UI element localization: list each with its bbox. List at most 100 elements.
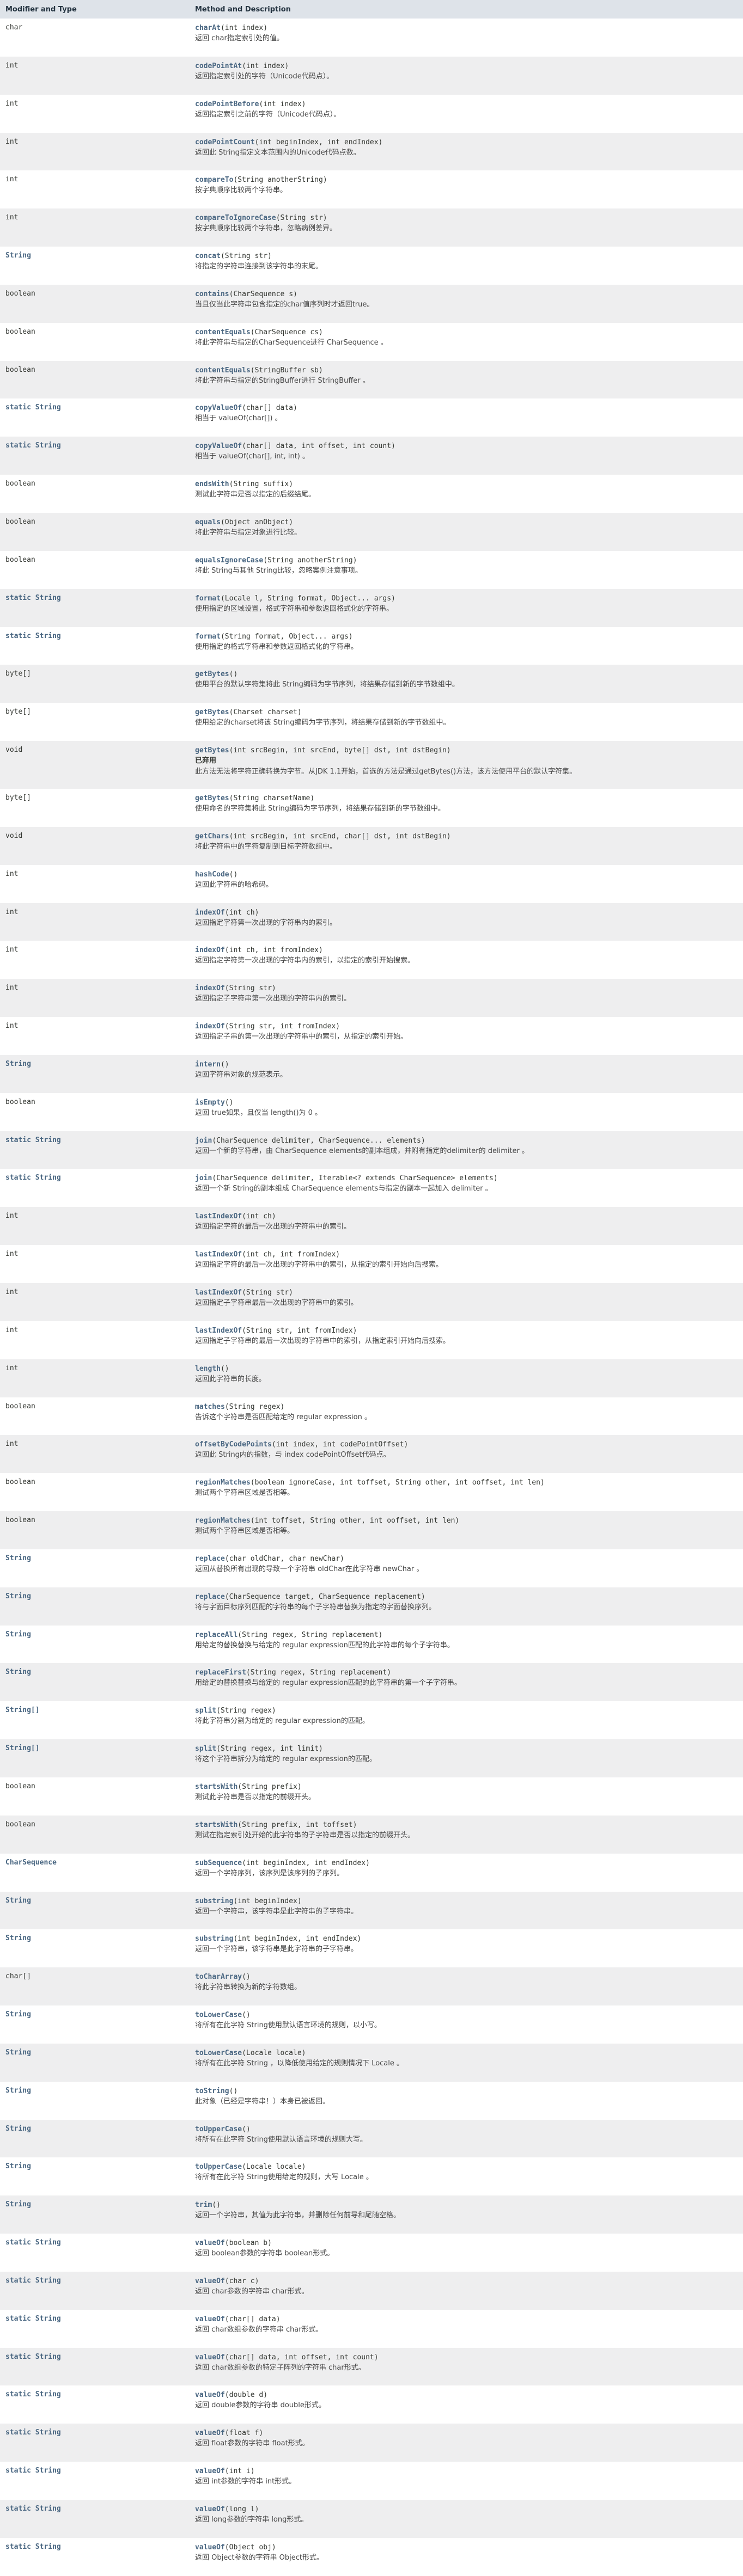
method-name-link[interactable]: toUpperCase: [195, 2125, 242, 2133]
return-type[interactable]: String: [5, 2048, 31, 2057]
method-name-link[interactable]: contains: [195, 290, 229, 298]
method-name-link[interactable]: toString: [195, 2087, 229, 2095]
return-type[interactable]: String[]: [5, 1744, 40, 1752]
method-name-link[interactable]: join: [195, 1174, 212, 1182]
method-name-link[interactable]: toLowerCase: [195, 2049, 242, 2057]
return-type[interactable]: String: [5, 2200, 31, 2209]
return-type[interactable]: String: [5, 252, 31, 260]
return-type[interactable]: static String: [5, 2277, 61, 2285]
method-name-link[interactable]: lastIndexOf: [195, 1289, 242, 1297]
return-type[interactable]: String: [5, 2125, 31, 2133]
method-name-link[interactable]: regionMatches: [195, 1517, 251, 1525]
return-type[interactable]: static String: [5, 403, 61, 412]
return-type[interactable]: static String: [5, 594, 61, 602]
method-name-link[interactable]: hashCode: [195, 870, 229, 879]
return-type[interactable]: String: [5, 1060, 31, 1068]
method-name-link[interactable]: getBytes: [195, 746, 229, 755]
return-type[interactable]: static String: [5, 2543, 61, 2551]
return-type[interactable]: String: [5, 2162, 31, 2170]
method-name-link[interactable]: replace: [195, 1555, 225, 1563]
return-type[interactable]: String: [5, 1592, 31, 1600]
method-name-link[interactable]: valueOf: [195, 2467, 225, 2475]
return-type[interactable]: static String: [5, 2353, 61, 2361]
method-name-link[interactable]: toCharArray: [195, 1973, 242, 1981]
method-name-link[interactable]: replaceFirst: [195, 1669, 246, 1677]
method-name-link[interactable]: lastIndexOf: [195, 1250, 242, 1259]
method-name-link[interactable]: valueOf: [195, 2315, 225, 2323]
method-name-link[interactable]: subSequence: [195, 1859, 242, 1867]
method-name-link[interactable]: lastIndexOf: [195, 1212, 242, 1220]
return-type[interactable]: static String: [5, 2315, 61, 2323]
method-name-link[interactable]: indexOf: [195, 909, 225, 917]
method-name-link[interactable]: trim: [195, 2201, 212, 2209]
method-name-link[interactable]: replaceAll: [195, 1631, 237, 1639]
method-name-link[interactable]: split: [195, 1707, 216, 1715]
method-name-link[interactable]: startsWith: [195, 1783, 237, 1791]
method-name-link[interactable]: valueOf: [195, 2505, 225, 2513]
method-name-link[interactable]: equalsIgnoreCase: [195, 556, 263, 565]
method-name-link[interactable]: lastIndexOf: [195, 1327, 242, 1335]
method-name-link[interactable]: offsetByCodePoints: [195, 1440, 272, 1449]
return-type[interactable]: static String: [5, 441, 61, 450]
method-name-link[interactable]: equals: [195, 518, 221, 526]
method-name-link[interactable]: indexOf: [195, 984, 225, 992]
method-name-link[interactable]: compareToIgnoreCase: [195, 214, 276, 222]
method-name-link[interactable]: indexOf: [195, 946, 225, 954]
method-name-link[interactable]: split: [195, 1745, 216, 1753]
method-name-link[interactable]: getBytes: [195, 670, 229, 678]
return-type[interactable]: String: [5, 1934, 31, 1942]
method-name-link[interactable]: toLowerCase: [195, 2011, 242, 2019]
return-type[interactable]: static String: [5, 2238, 61, 2247]
method-name-link[interactable]: charAt: [195, 24, 221, 32]
return-type[interactable]: String: [5, 2087, 31, 2095]
return-type[interactable]: static String: [5, 632, 61, 640]
return-type[interactable]: static String: [5, 2505, 61, 2513]
method-name-link[interactable]: matches: [195, 1403, 225, 1411]
return-type[interactable]: static String: [5, 1136, 61, 1144]
method-name-link[interactable]: valueOf: [195, 2429, 225, 2437]
return-type[interactable]: static String: [5, 2390, 61, 2399]
method-name-link[interactable]: valueOf: [195, 2391, 225, 2399]
method-name-link[interactable]: intern: [195, 1060, 221, 1069]
method-name-link[interactable]: regionMatches: [195, 1479, 251, 1487]
table-row: boolean endsWith(String suffix) 测试此字符串是否以指…: [0, 475, 743, 513]
return-type[interactable]: static String: [5, 2467, 61, 2475]
method-name-link[interactable]: valueOf: [195, 2277, 225, 2285]
method-name-link[interactable]: codePointCount: [195, 138, 255, 146]
method-name-link[interactable]: codePointAt: [195, 62, 242, 70]
method-name-link[interactable]: getBytes: [195, 794, 229, 802]
method-name-link[interactable]: valueOf: [195, 2353, 225, 2362]
return-type[interactable]: String: [5, 1897, 31, 1905]
method-name-link[interactable]: valueOf: [195, 2239, 225, 2247]
return-type[interactable]: String: [5, 1630, 31, 1639]
method-name-link[interactable]: toUpperCase: [195, 2163, 242, 2171]
method-name-link[interactable]: contentEquals: [195, 366, 251, 375]
method-name-link[interactable]: length: [195, 1365, 221, 1373]
method-name-link[interactable]: format: [195, 594, 221, 603]
method-name-link[interactable]: startsWith: [195, 1821, 237, 1829]
return-type[interactable]: String: [5, 1668, 31, 1676]
return-type[interactable]: String: [5, 2010, 31, 2019]
method-name-link[interactable]: concat: [195, 252, 221, 260]
method-name-link[interactable]: replace: [195, 1593, 225, 1601]
method-name-link[interactable]: valueOf: [195, 2543, 225, 2552]
method-name-link[interactable]: format: [195, 633, 221, 641]
method-name-link[interactable]: isEmpty: [195, 1099, 225, 1107]
method-name-link[interactable]: copyValueOf: [195, 442, 242, 450]
method-name-link[interactable]: substring: [195, 1935, 233, 1943]
method-name-link[interactable]: join: [195, 1137, 212, 1145]
method-name-link[interactable]: getBytes: [195, 708, 229, 716]
method-name-link[interactable]: compareTo: [195, 176, 233, 184]
method-name-link[interactable]: codePointBefore: [195, 100, 259, 108]
method-name-link[interactable]: copyValueOf: [195, 404, 242, 412]
method-name-link[interactable]: getChars: [195, 832, 229, 841]
method-name-link[interactable]: contentEquals: [195, 328, 251, 336]
return-type[interactable]: static String: [5, 2428, 61, 2437]
return-type[interactable]: String: [5, 1554, 31, 1562]
return-type[interactable]: static String: [5, 1174, 61, 1182]
method-name-link[interactable]: endsWith: [195, 480, 229, 488]
method-name-link[interactable]: substring: [195, 1897, 233, 1905]
return-type[interactable]: CharSequence: [5, 1859, 57, 1867]
return-type[interactable]: String[]: [5, 1706, 40, 1714]
method-name-link[interactable]: indexOf: [195, 1022, 225, 1031]
